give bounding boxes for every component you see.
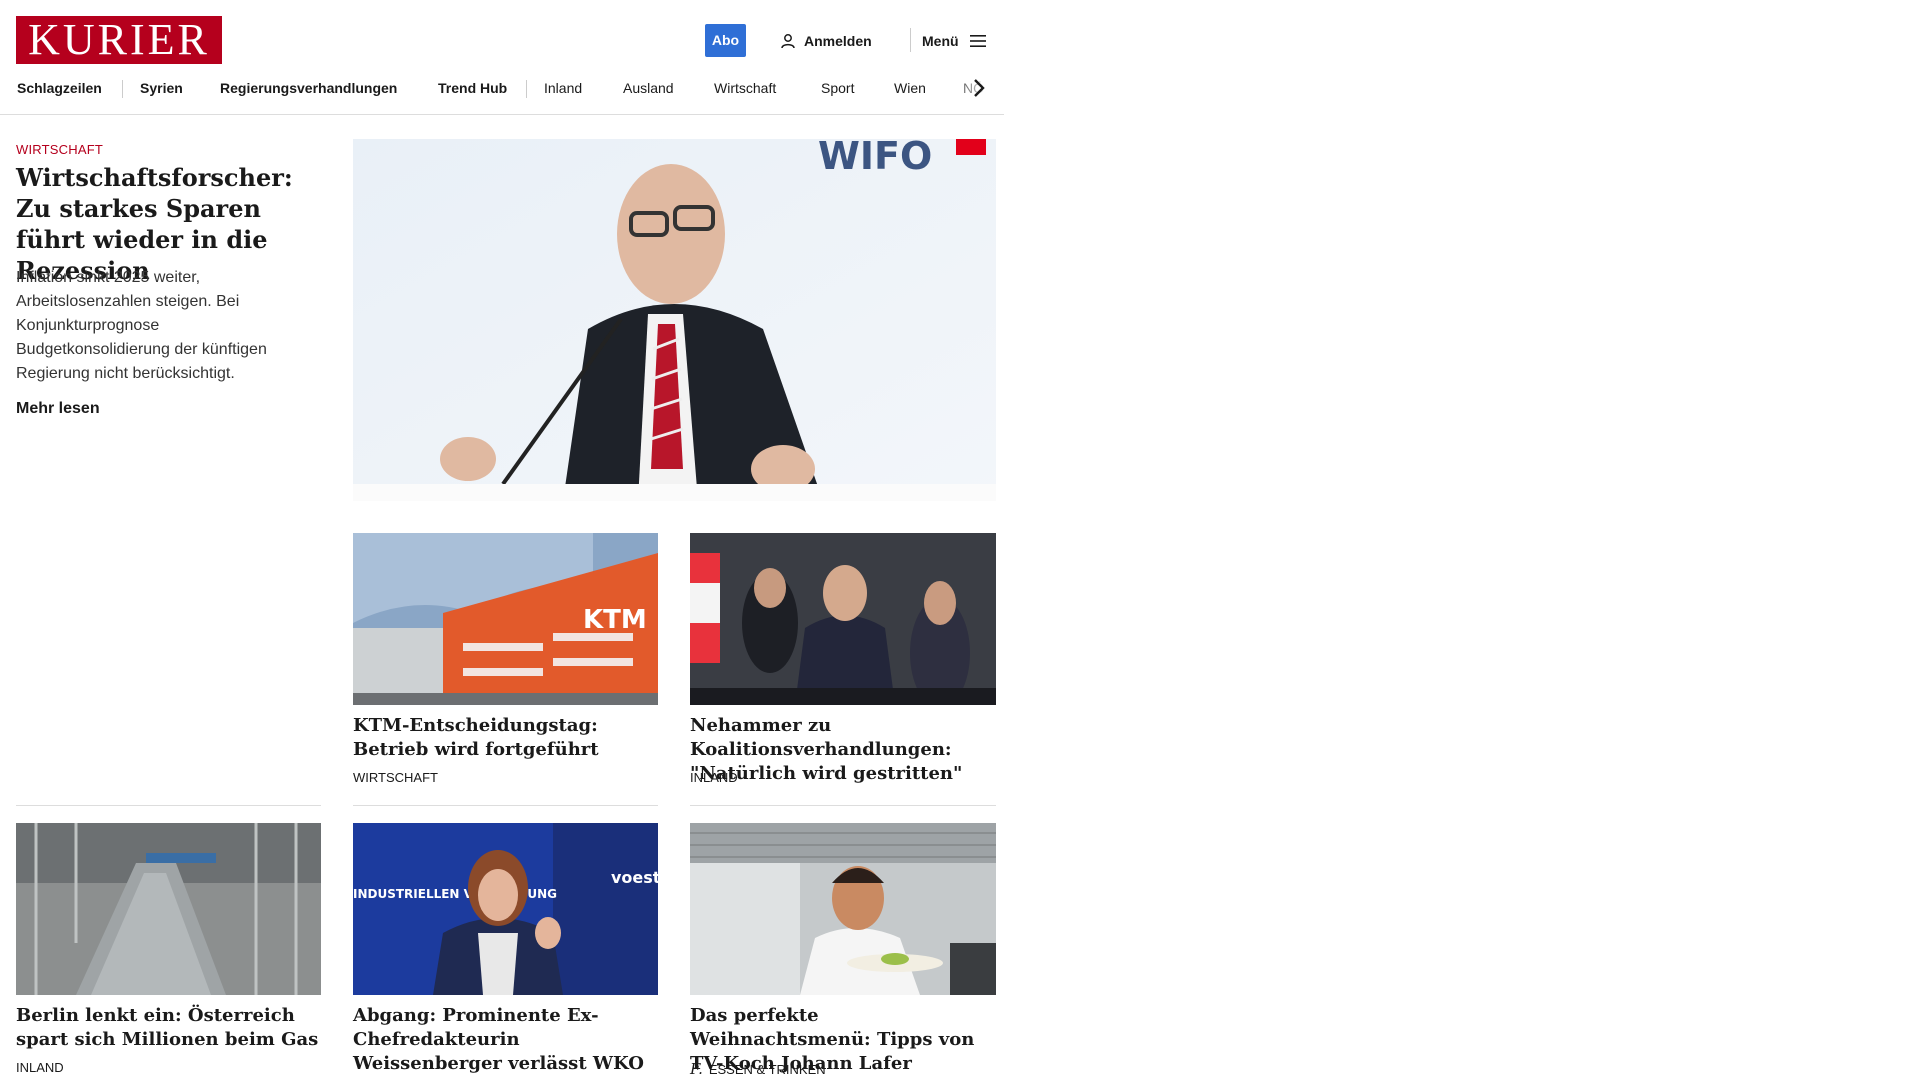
nav-separator	[526, 80, 527, 98]
divider	[690, 805, 996, 806]
card-image-text-ktm: KTM	[583, 605, 647, 635]
login-button[interactable]: Anmelden	[780, 24, 872, 57]
nav-item-schlagzeilen[interactable]: Schlagzeilen	[17, 70, 102, 106]
hero-image-text: WIFO	[818, 139, 932, 178]
divider	[16, 805, 321, 806]
hero-image[interactable]: WIFO	[353, 139, 996, 501]
card-image-weissenberger[interactable]: INDUSTRIELLEN VEREINIGUNG voest	[353, 823, 658, 995]
card-title[interactable]: Berlin lenkt ein: Österreich spart sich …	[16, 1004, 321, 1052]
card-title[interactable]: KTM-Entscheidungstag: Betrieb wird fortg…	[353, 714, 658, 762]
nav-item-inland[interactable]: Inland	[544, 70, 582, 106]
card-image-gas[interactable]	[16, 823, 321, 995]
nav-separator	[122, 80, 123, 98]
hero-lead: Inflation sinkt 2025 weiter, Arbeitslose…	[16, 269, 267, 382]
card-category[interactable]: WIRTSCHAFT	[353, 770, 438, 785]
kurier-logo[interactable]: KURIER	[16, 16, 222, 64]
nav-item-trend-hub[interactable]: Trend Hub	[438, 70, 507, 106]
nav-item-regierungsverhandlungen[interactable]: Regierungsverhandlungen	[220, 70, 397, 106]
card-category[interactable]: f. ESSEN & TRINKEN	[690, 1060, 826, 1078]
abo-button[interactable]: Abo	[705, 24, 746, 57]
hamburger-icon	[969, 34, 986, 47]
card-category-label: ESSEN & TRINKEN	[708, 1061, 826, 1077]
login-label: Anmelden	[804, 32, 872, 49]
read-more-link[interactable]: Mehr lesen	[16, 400, 100, 418]
card-title[interactable]: Abgang: Prominente Ex-Chefre­dakteurin W…	[353, 1004, 658, 1076]
user-icon	[781, 33, 795, 48]
nav-item-wirtschaft[interactable]: Wirtschaft	[714, 70, 776, 106]
card-category[interactable]: INLAND	[16, 1060, 64, 1075]
nav-item-syrien[interactable]: Syrien	[140, 70, 183, 106]
nav-item-sport[interactable]: Sport	[821, 70, 854, 106]
nav-item-wien[interactable]: Wien	[894, 70, 926, 106]
card-category[interactable]: INLAND	[690, 770, 738, 785]
chevron-right-icon[interactable]	[972, 78, 986, 98]
nav-item-ausland[interactable]: Ausland	[623, 70, 674, 106]
menu-button[interactable]: Menü	[922, 24, 987, 57]
menu-label: Menü	[922, 32, 959, 49]
card-image-text-voest: voest	[611, 868, 658, 887]
header-divider	[910, 28, 911, 52]
divider	[353, 805, 658, 806]
hero-category[interactable]: WIRTSCHAFT	[16, 142, 103, 157]
card-image-lafer[interactable]	[690, 823, 996, 995]
essen-trinken-logo-icon: f.	[690, 1060, 703, 1078]
card-image-nehammer[interactable]	[690, 533, 996, 705]
card-image-ktm[interactable]: KTM	[353, 533, 658, 705]
category-nav: Schlagzeilen Syrien Regierungsverhandlun…	[0, 70, 1004, 115]
